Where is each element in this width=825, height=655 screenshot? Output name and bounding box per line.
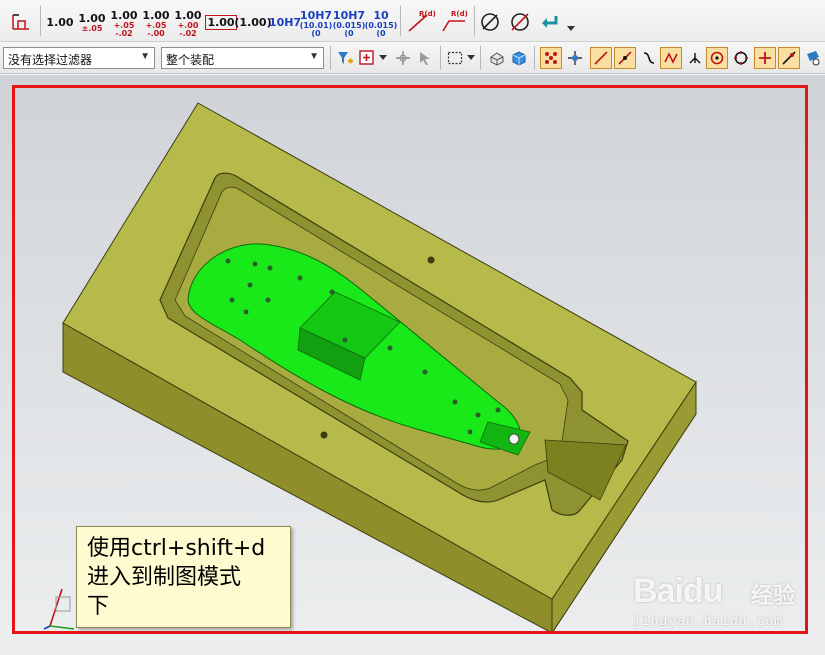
watermark-brand: Baidu (633, 572, 723, 610)
separator (534, 46, 535, 70)
snap-settings-icon[interactable] (564, 47, 586, 69)
fit-class-button[interactable]: 10H7 (268, 12, 302, 32)
fit-limits-alt-button[interactable]: 10 (0.015) (0 (365, 8, 398, 38)
dropdown-arrow-icon[interactable] (378, 47, 388, 69)
fit-limits-button[interactable]: 10H7 (0.015) (0 (332, 8, 366, 38)
snap-tangent-icon[interactable] (778, 47, 800, 69)
dim-label: 1.00 (174, 8, 202, 22)
snap-center-icon[interactable] (706, 47, 728, 69)
snap-midpoint-icon[interactable] (614, 47, 636, 69)
separator (440, 46, 441, 70)
callout-line: 使用ctrl+shift+d (87, 536, 266, 561)
separator (480, 46, 481, 70)
chevron-down-icon: ▼ (309, 51, 319, 62)
nominal-dimension-button[interactable]: 1.00 (46, 12, 74, 32)
wireframe-body-icon[interactable] (486, 47, 508, 69)
rectangle-select-icon[interactable] (444, 47, 466, 69)
diameter-icon[interactable] (478, 10, 502, 34)
snap-more-icon[interactable] (802, 47, 824, 69)
dim-label: (1.00) (234, 15, 272, 29)
dropdown-arrow-icon[interactable] (566, 24, 576, 34)
dim-label: 1.00 (110, 8, 138, 22)
limit-tolerance-button[interactable]: 1.00 +.05 -.02 (110, 8, 138, 38)
radius-label: R(d) (419, 10, 436, 18)
dim-label: 10H7 (332, 8, 366, 22)
fit-tolerance-button[interactable]: 10H7 (10.01) (0 (299, 8, 333, 38)
basic-dimension-button[interactable]: 1.00 (205, 12, 237, 32)
watermark-url: jingyan.baidu.com (633, 614, 784, 629)
undo-arrow-icon[interactable] (538, 10, 562, 34)
dim-label: 1.00 (46, 15, 74, 29)
dim-label: 10 (373, 8, 389, 22)
radius-center-dimension-button[interactable]: R(d) (438, 8, 470, 36)
instruction-callout: 使用ctrl+shift+d 进入到制图模式 下 (76, 526, 291, 628)
select-add-icon[interactable] (356, 47, 378, 69)
scope-value: 整个装配 (166, 53, 215, 67)
dim-tol-lower: (0 (376, 28, 386, 38)
dropdown-arrow-icon[interactable] (466, 47, 476, 69)
callout-line: 下 (87, 594, 110, 619)
chevron-down-icon: ▼ (140, 51, 150, 62)
dim-tol-lower: -.02 (115, 28, 133, 38)
dim-label: 1.00 (142, 8, 170, 22)
dim-tol-lower: -.00 (147, 28, 165, 38)
snap-quadrant-icon[interactable] (730, 47, 752, 69)
separator (474, 6, 475, 36)
scope-select[interactable]: 整个装配 ▼ (161, 47, 324, 69)
filter-funnel-icon[interactable] (334, 47, 356, 69)
snap-point-icon[interactable] (392, 47, 414, 69)
snap-endpoint-icon[interactable] (540, 47, 562, 69)
dim-tol-lower: (0 (344, 28, 354, 38)
watermark-cn: 经验 (751, 584, 796, 609)
reference-dimension-button[interactable]: (1.00) (234, 12, 271, 32)
diameter-dimension-icon[interactable] (508, 10, 532, 34)
bilateral-tolerance-button[interactable]: 1.00 ±.05 (78, 8, 106, 36)
dim-label: 1.00 (205, 14, 237, 30)
separator (330, 46, 331, 70)
snap-point-on-curve-icon[interactable] (754, 47, 776, 69)
radius-label: R(d) (451, 10, 468, 18)
dim-label: 1.00 (78, 11, 106, 25)
selection-filter-value: 没有选择过滤器 (8, 53, 93, 67)
dim-tol-lower: -.02 (179, 28, 197, 38)
ordinate-dimension-icon[interactable] (8, 8, 34, 34)
callout-line: 进入到制图模式 (87, 565, 242, 590)
dim-label: 10H7 (299, 8, 333, 22)
solid-body-icon[interactable] (508, 47, 530, 69)
baidu-watermark: Baidu 经验 jingyan.baidu.com (633, 572, 818, 634)
selection-filter-select[interactable]: 没有选择过滤器 ▼ (3, 47, 155, 69)
dim-tol: ±.05 (81, 23, 103, 33)
cursor-icon[interactable] (414, 47, 436, 69)
snap-curve-icon[interactable] (638, 47, 660, 69)
dim-tol-lower: (0 (311, 28, 321, 38)
axis-triad-icon (43, 588, 75, 630)
dim-label: 10H7 (268, 15, 302, 29)
unilateral-upper-button[interactable]: 1.00 +.05 -.00 (142, 8, 170, 38)
unilateral-lower-button[interactable]: 1.00 +.00 -.02 (174, 8, 202, 38)
radius-dimension-button[interactable]: R(d) (404, 8, 436, 36)
snap-intersection-icon[interactable] (660, 47, 682, 69)
snap-perpendicular-icon[interactable] (684, 47, 706, 69)
separator (40, 6, 41, 36)
separator (400, 6, 401, 36)
dimension-toolbar: 1.00 1.00 ±.05 1.00 +.05 -.02 1.00 +.05 … (0, 0, 825, 42)
snap-line-icon[interactable] (590, 47, 612, 69)
